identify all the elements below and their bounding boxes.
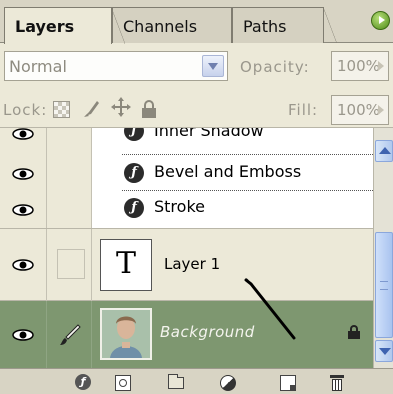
tab-channels[interactable]: Channels: [112, 7, 245, 44]
tab-label: Layers: [15, 17, 75, 36]
blend-mode-select[interactable]: Normal: [4, 51, 228, 81]
fill-value: 100%: [337, 101, 380, 119]
adjustment-layer-icon[interactable]: [220, 375, 236, 391]
add-mask-icon[interactable]: [115, 375, 131, 391]
fx-icon: ƒ: [124, 198, 144, 218]
eye-icon[interactable]: [12, 168, 34, 180]
lock-position-move-icon[interactable]: [110, 96, 132, 118]
new-group-icon[interactable]: [168, 374, 184, 389]
fx-icon: ƒ: [124, 128, 144, 141]
link-toggle[interactable]: [57, 249, 85, 279]
effect-label: Bevel and Emboss: [154, 162, 302, 181]
divider: [122, 154, 373, 155]
chevron-right-icon[interactable]: [378, 61, 384, 71]
chevron-right-icon[interactable]: [378, 105, 384, 115]
lock-all-icon[interactable]: [142, 100, 156, 118]
eye-icon[interactable]: [12, 329, 34, 341]
tab-paths[interactable]: Paths: [232, 7, 337, 44]
panel-menu-arrow-icon[interactable]: [371, 11, 390, 30]
tab-label: Channels: [123, 17, 198, 36]
visibility-column: [0, 301, 47, 368]
fill-field[interactable]: 100%: [331, 95, 389, 125]
lock-transparent-pixels-icon[interactable]: [53, 101, 70, 118]
eye-icon[interactable]: [12, 204, 34, 216]
effect-label: Stroke: [154, 197, 205, 216]
fx-icon: ƒ: [124, 163, 144, 183]
effect-label: Inner Shadow: [154, 128, 264, 140]
scrollbar-thumb[interactable]: [375, 232, 393, 338]
paintbrush-icon[interactable]: [58, 323, 82, 347]
blend-row: Normal Opacity: 100%: [0, 43, 393, 91]
lock-image-pixels-brush-icon[interactable]: [81, 97, 103, 119]
opacity-value: 100%: [337, 57, 380, 75]
link-column: [47, 229, 92, 301]
background-image-thumbnail: [100, 308, 152, 360]
layers-scrollbar[interactable]: [373, 128, 393, 368]
blend-mode-value: Normal: [9, 57, 67, 76]
effect-row-inner-shadow[interactable]: ƒ Inner Shadow: [92, 128, 373, 147]
layer-row-layer-1[interactable]: T Layer 1: [0, 228, 373, 301]
opacity-field[interactable]: 100%: [331, 51, 389, 81]
link-column: [47, 128, 92, 228]
fill-label: Fill:: [288, 101, 319, 119]
eye-icon[interactable]: [12, 128, 34, 140]
lock-row: Lock: Fill: 100%: [0, 91, 393, 128]
divider: [122, 190, 373, 191]
eye-icon[interactable]: [12, 259, 34, 271]
layers-bottom-toolbar: ƒ: [0, 368, 393, 394]
tab-label: Paths: [243, 17, 287, 36]
layer-effects-list: ƒ Inner Shadow ƒ Bevel and Emboss ƒ Stro…: [92, 128, 373, 228]
panel-tab-strip: Layers Channels Paths: [0, 0, 393, 44]
effect-row-bevel-emboss[interactable]: ƒ Bevel and Emboss: [92, 156, 373, 188]
layer-row-background[interactable]: Background: [0, 301, 373, 368]
text-layer-thumbnail: T: [100, 239, 152, 291]
scroll-up-arrow-icon[interactable]: [375, 140, 393, 162]
new-layer-icon[interactable]: [280, 375, 296, 391]
link-column: [47, 301, 92, 368]
lock-icon: [348, 325, 360, 339]
visibility-column: [0, 229, 47, 301]
layer-name[interactable]: Background: [160, 323, 255, 341]
visibility-column: [0, 128, 47, 228]
trash-icon[interactable]: [330, 375, 344, 391]
lock-label: Lock:: [3, 101, 48, 119]
opacity-label: Opacity:: [240, 58, 310, 76]
tab-layers[interactable]: Layers: [4, 7, 125, 44]
link-layers-icon[interactable]: ƒ: [75, 374, 91, 390]
layer-name[interactable]: Layer 1: [164, 255, 220, 273]
layers-list: ƒ Inner Shadow ƒ Bevel and Emboss ƒ Stro…: [0, 128, 373, 368]
effect-row-stroke[interactable]: ƒ Stroke: [92, 192, 373, 224]
chevron-down-icon[interactable]: [202, 55, 224, 77]
scroll-down-arrow-icon[interactable]: [375, 340, 393, 362]
